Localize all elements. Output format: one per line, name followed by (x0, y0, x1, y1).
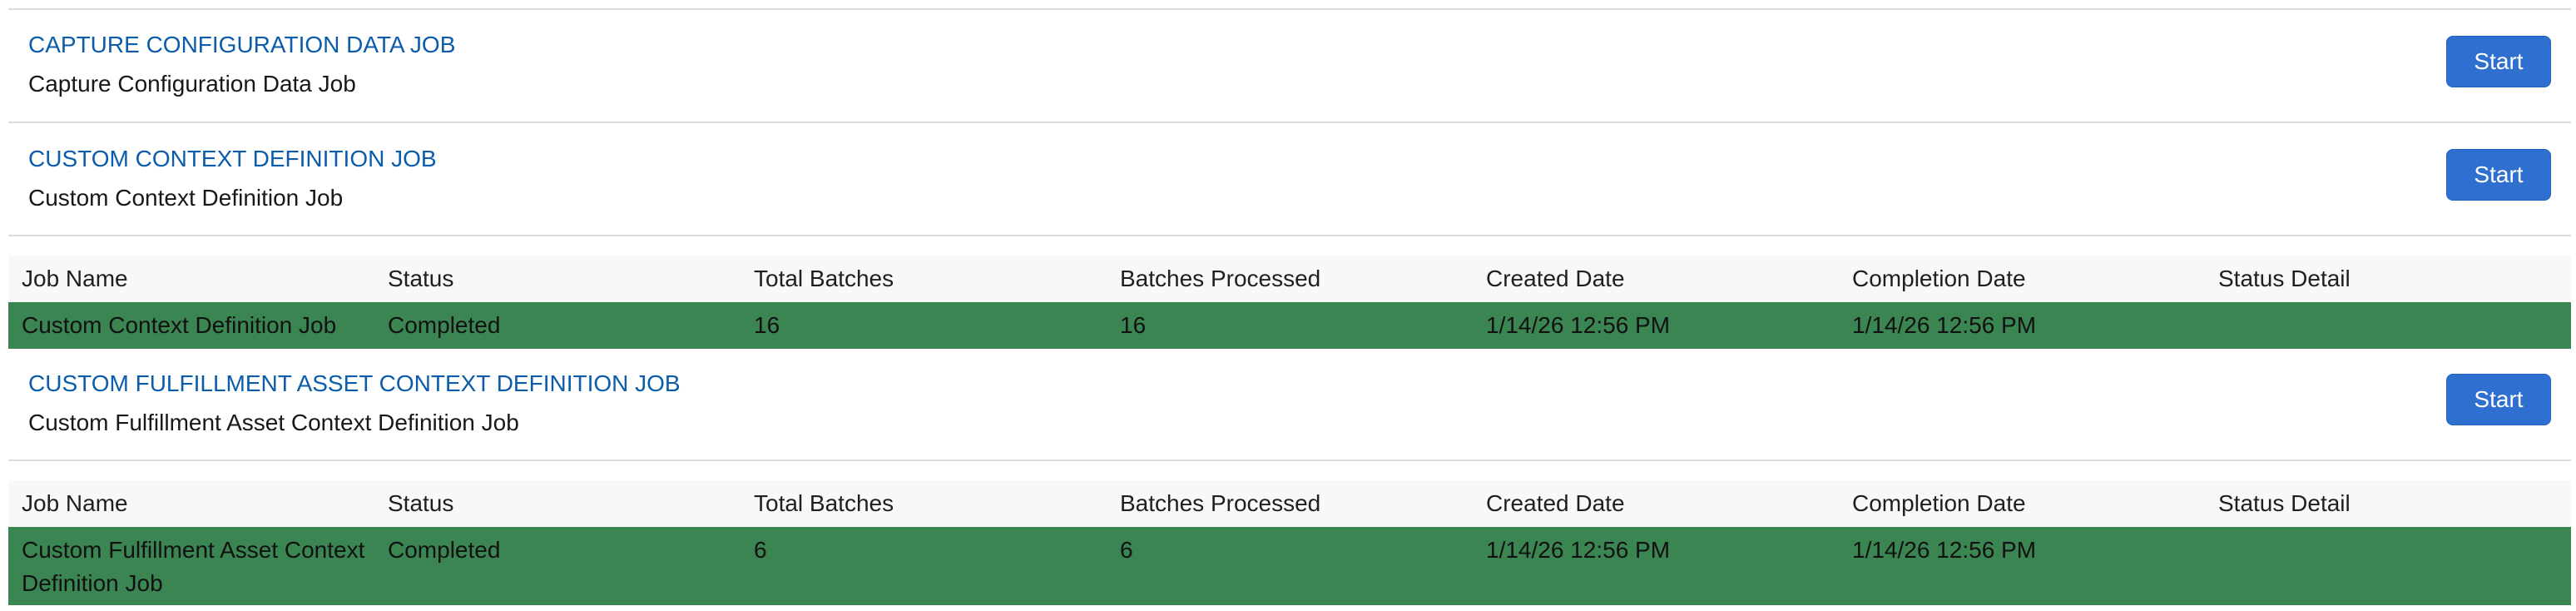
start-button-capture-configuration[interactable]: Start (2446, 36, 2551, 87)
cell-batches-processed: 16 (1120, 312, 1147, 338)
column-header-completion-date: Completion Date (1852, 490, 2026, 516)
column-header-total-batches: Total Batches (754, 266, 894, 291)
cell-total-batches: 16 (754, 312, 780, 338)
column-header-completion-date: Completion Date (1852, 266, 2026, 291)
cell-status: Completed (388, 312, 501, 338)
start-button-custom-fulfillment-asset[interactable]: Start (2446, 374, 2551, 425)
table-row: Custom Context Definition Job Completed … (8, 302, 2571, 349)
job-title-custom-fulfillment-asset[interactable]: CUSTOM FULFILLMENT ASSET CONTEXT DEFINIT… (28, 370, 681, 398)
cell-created-date: 1/14/26 12:56 PM (1486, 537, 1671, 563)
divider (8, 8, 2571, 10)
cell-created-date: 1/14/26 12:56 PM (1486, 312, 1671, 338)
divider (8, 122, 2571, 123)
cell-completion-date: 1/14/26 12:56 PM (1852, 312, 2037, 338)
cell-batches-processed: 6 (1120, 537, 1133, 563)
column-header-job-name: Job Name (22, 490, 128, 516)
column-header-total-batches: Total Batches (754, 490, 894, 516)
column-header-created-date: Created Date (1486, 490, 1625, 516)
column-header-status: Status (388, 490, 454, 516)
cell-job-name: Custom Context Definition Job (22, 312, 337, 338)
batch-jobs-page: CAPTURE CONFIGURATION DATA JOB Capture C… (0, 0, 2576, 611)
column-header-status-detail: Status Detail (2218, 490, 2351, 516)
job-title-custom-context-definition[interactable]: CUSTOM CONTEXT DEFINITION JOB (28, 145, 437, 173)
cell-status: Completed (388, 537, 501, 563)
cell-completion-date: 1/14/26 12:56 PM (1852, 537, 2037, 563)
column-header-status-detail: Status Detail (2218, 266, 2351, 291)
job-title-capture-configuration[interactable]: CAPTURE CONFIGURATION DATA JOB (28, 31, 455, 59)
column-header-batches-processed: Batches Processed (1120, 490, 1321, 516)
column-header-batches-processed: Batches Processed (1120, 266, 1321, 291)
cell-job-name: Custom Fulfillment Asset Context Definit… (22, 537, 365, 596)
job-description-custom-context-definition: Custom Context Definition Job (28, 185, 344, 211)
table-header: Job Name Status Total Batches Batches Pr… (8, 480, 2571, 527)
job-description-capture-configuration: Capture Configuration Data Job (28, 71, 356, 97)
column-header-created-date: Created Date (1486, 266, 1625, 291)
cell-total-batches: 6 (754, 537, 767, 563)
table-row: Custom Fulfillment Asset Context Definit… (8, 527, 2571, 605)
start-button-custom-context-definition[interactable]: Start (2446, 149, 2551, 201)
column-header-status: Status (388, 266, 454, 291)
divider (8, 459, 2571, 461)
table-header: Job Name Status Total Batches Batches Pr… (8, 256, 2571, 302)
job-description-custom-fulfillment-asset: Custom Fulfillment Asset Context Definit… (28, 410, 519, 435)
column-header-job-name: Job Name (22, 266, 128, 291)
divider (8, 235, 2571, 236)
